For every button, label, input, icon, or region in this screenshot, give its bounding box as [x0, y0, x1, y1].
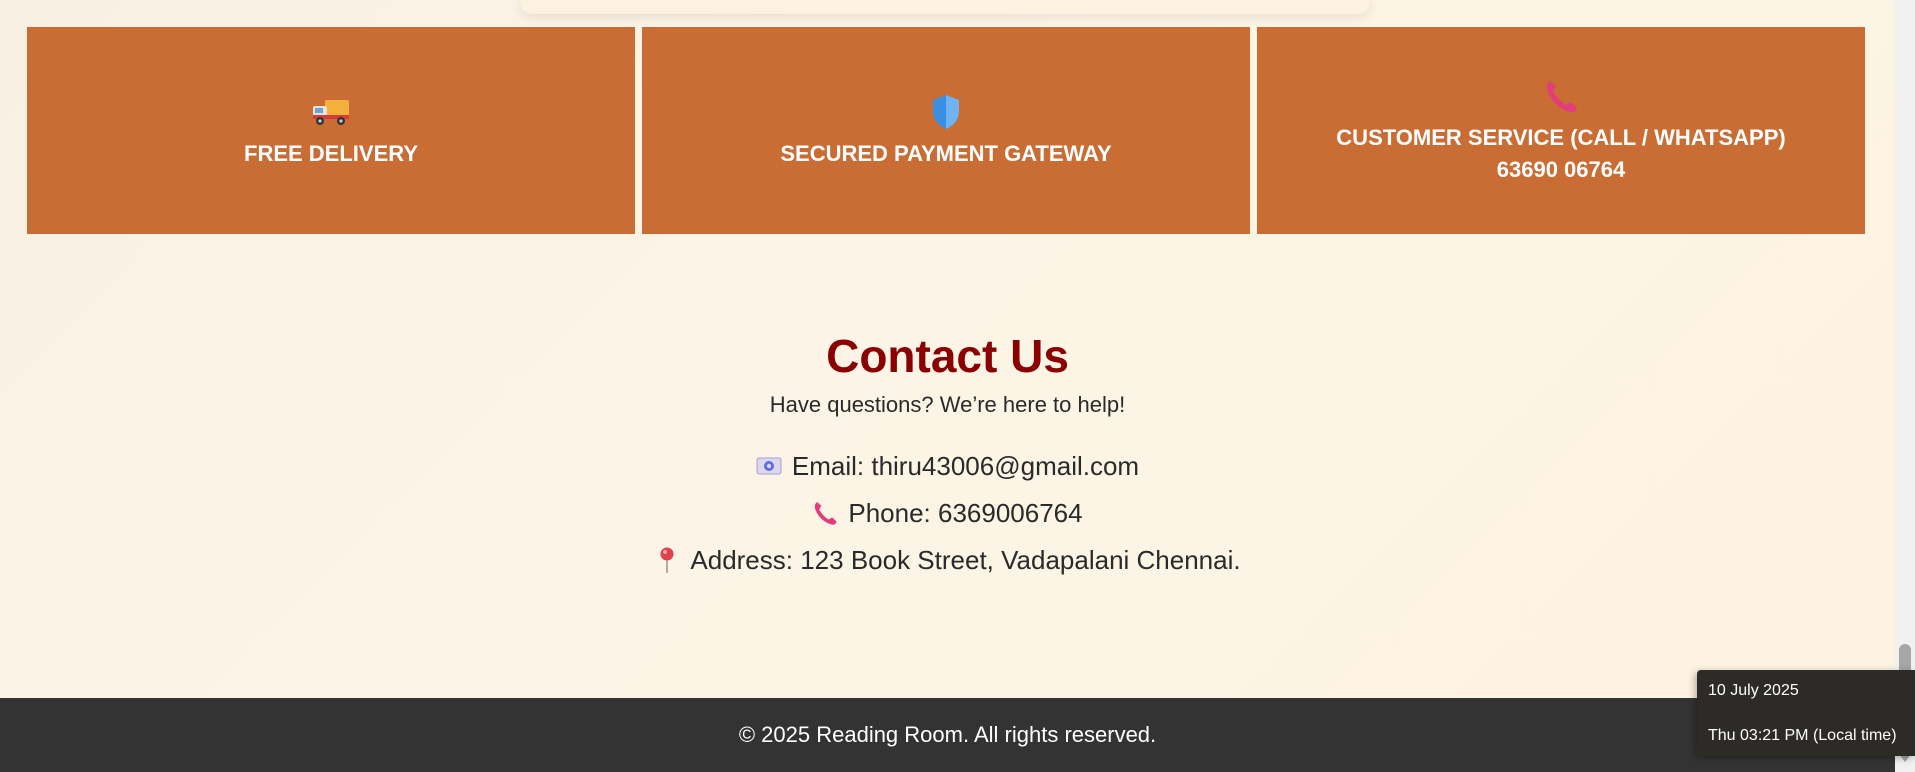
contact-email-text[interactable]: Email: thiru43006@gmail.com [792, 451, 1139, 482]
tooltip-time: Thu 03:21 PM (Local time) [1708, 727, 1897, 744]
footer-copyright: © 2025 Reading Room. All rights reserved… [738, 722, 1157, 747]
top-card-edge [520, 0, 1370, 14]
contact-email: Email: thiru43006@gmail.com [0, 448, 1895, 484]
contact-phone: Phone: 6369006764 [0, 495, 1895, 531]
phone-icon [812, 500, 838, 526]
feature-title-line: FREE DELIVERY [244, 140, 418, 166]
delivery-truck-icon [311, 92, 351, 132]
shield-icon [926, 92, 966, 132]
clock-tooltip: 10 July 2025 Thu 03:21 PM (Local time) [1697, 670, 1915, 756]
feature-customer-service: CUSTOMER SERVICE (CALL / WHATSAPP) 63690… [1257, 27, 1865, 234]
feature-title: CUSTOMER SERVICE (CALL / WHATSAPP) 63690… [1336, 122, 1785, 186]
location-pin-icon [654, 547, 680, 573]
contact-address-text: Address: 123 Book Street, Vadapalani Che… [690, 544, 1241, 575]
envelope-icon [756, 453, 782, 479]
vertical-scrollbar[interactable] [1895, 0, 1915, 772]
feature-phone-number: 63690 06764 [1496, 156, 1626, 182]
contact-section: Contact Us Have questions? We’re here to… [0, 320, 1895, 578]
feature-title: FREE DELIVERY [244, 138, 418, 170]
feature-title-line: SECURED PAYMENT GATEWAY [780, 140, 1112, 166]
page-footer: © 2025 Reading Room. All rights reserved… [0, 698, 1895, 772]
feature-free-delivery: FREE DELIVERY [27, 27, 635, 234]
contact-phone-text[interactable]: Phone: 6369006764 [848, 498, 1082, 529]
features-strip: FREE DELIVERY SECURED PAYMENT GATEWAY CU… [27, 27, 1865, 234]
feature-secured-payment: SECURED PAYMENT GATEWAY [642, 27, 1250, 234]
contact-address: Address: 123 Book Street, Vadapalani Che… [0, 542, 1895, 578]
phone-icon [1541, 76, 1581, 116]
tooltip-date: 10 July 2025 [1708, 682, 1799, 699]
contact-subtitle: Have questions? We’re here to help! [769, 392, 1126, 417]
feature-title-line: CUSTOMER SERVICE (CALL / WHATSAPP) [1336, 124, 1786, 150]
feature-title: SECURED PAYMENT GATEWAY [780, 138, 1111, 170]
contact-title: Contact Us [826, 330, 1069, 382]
